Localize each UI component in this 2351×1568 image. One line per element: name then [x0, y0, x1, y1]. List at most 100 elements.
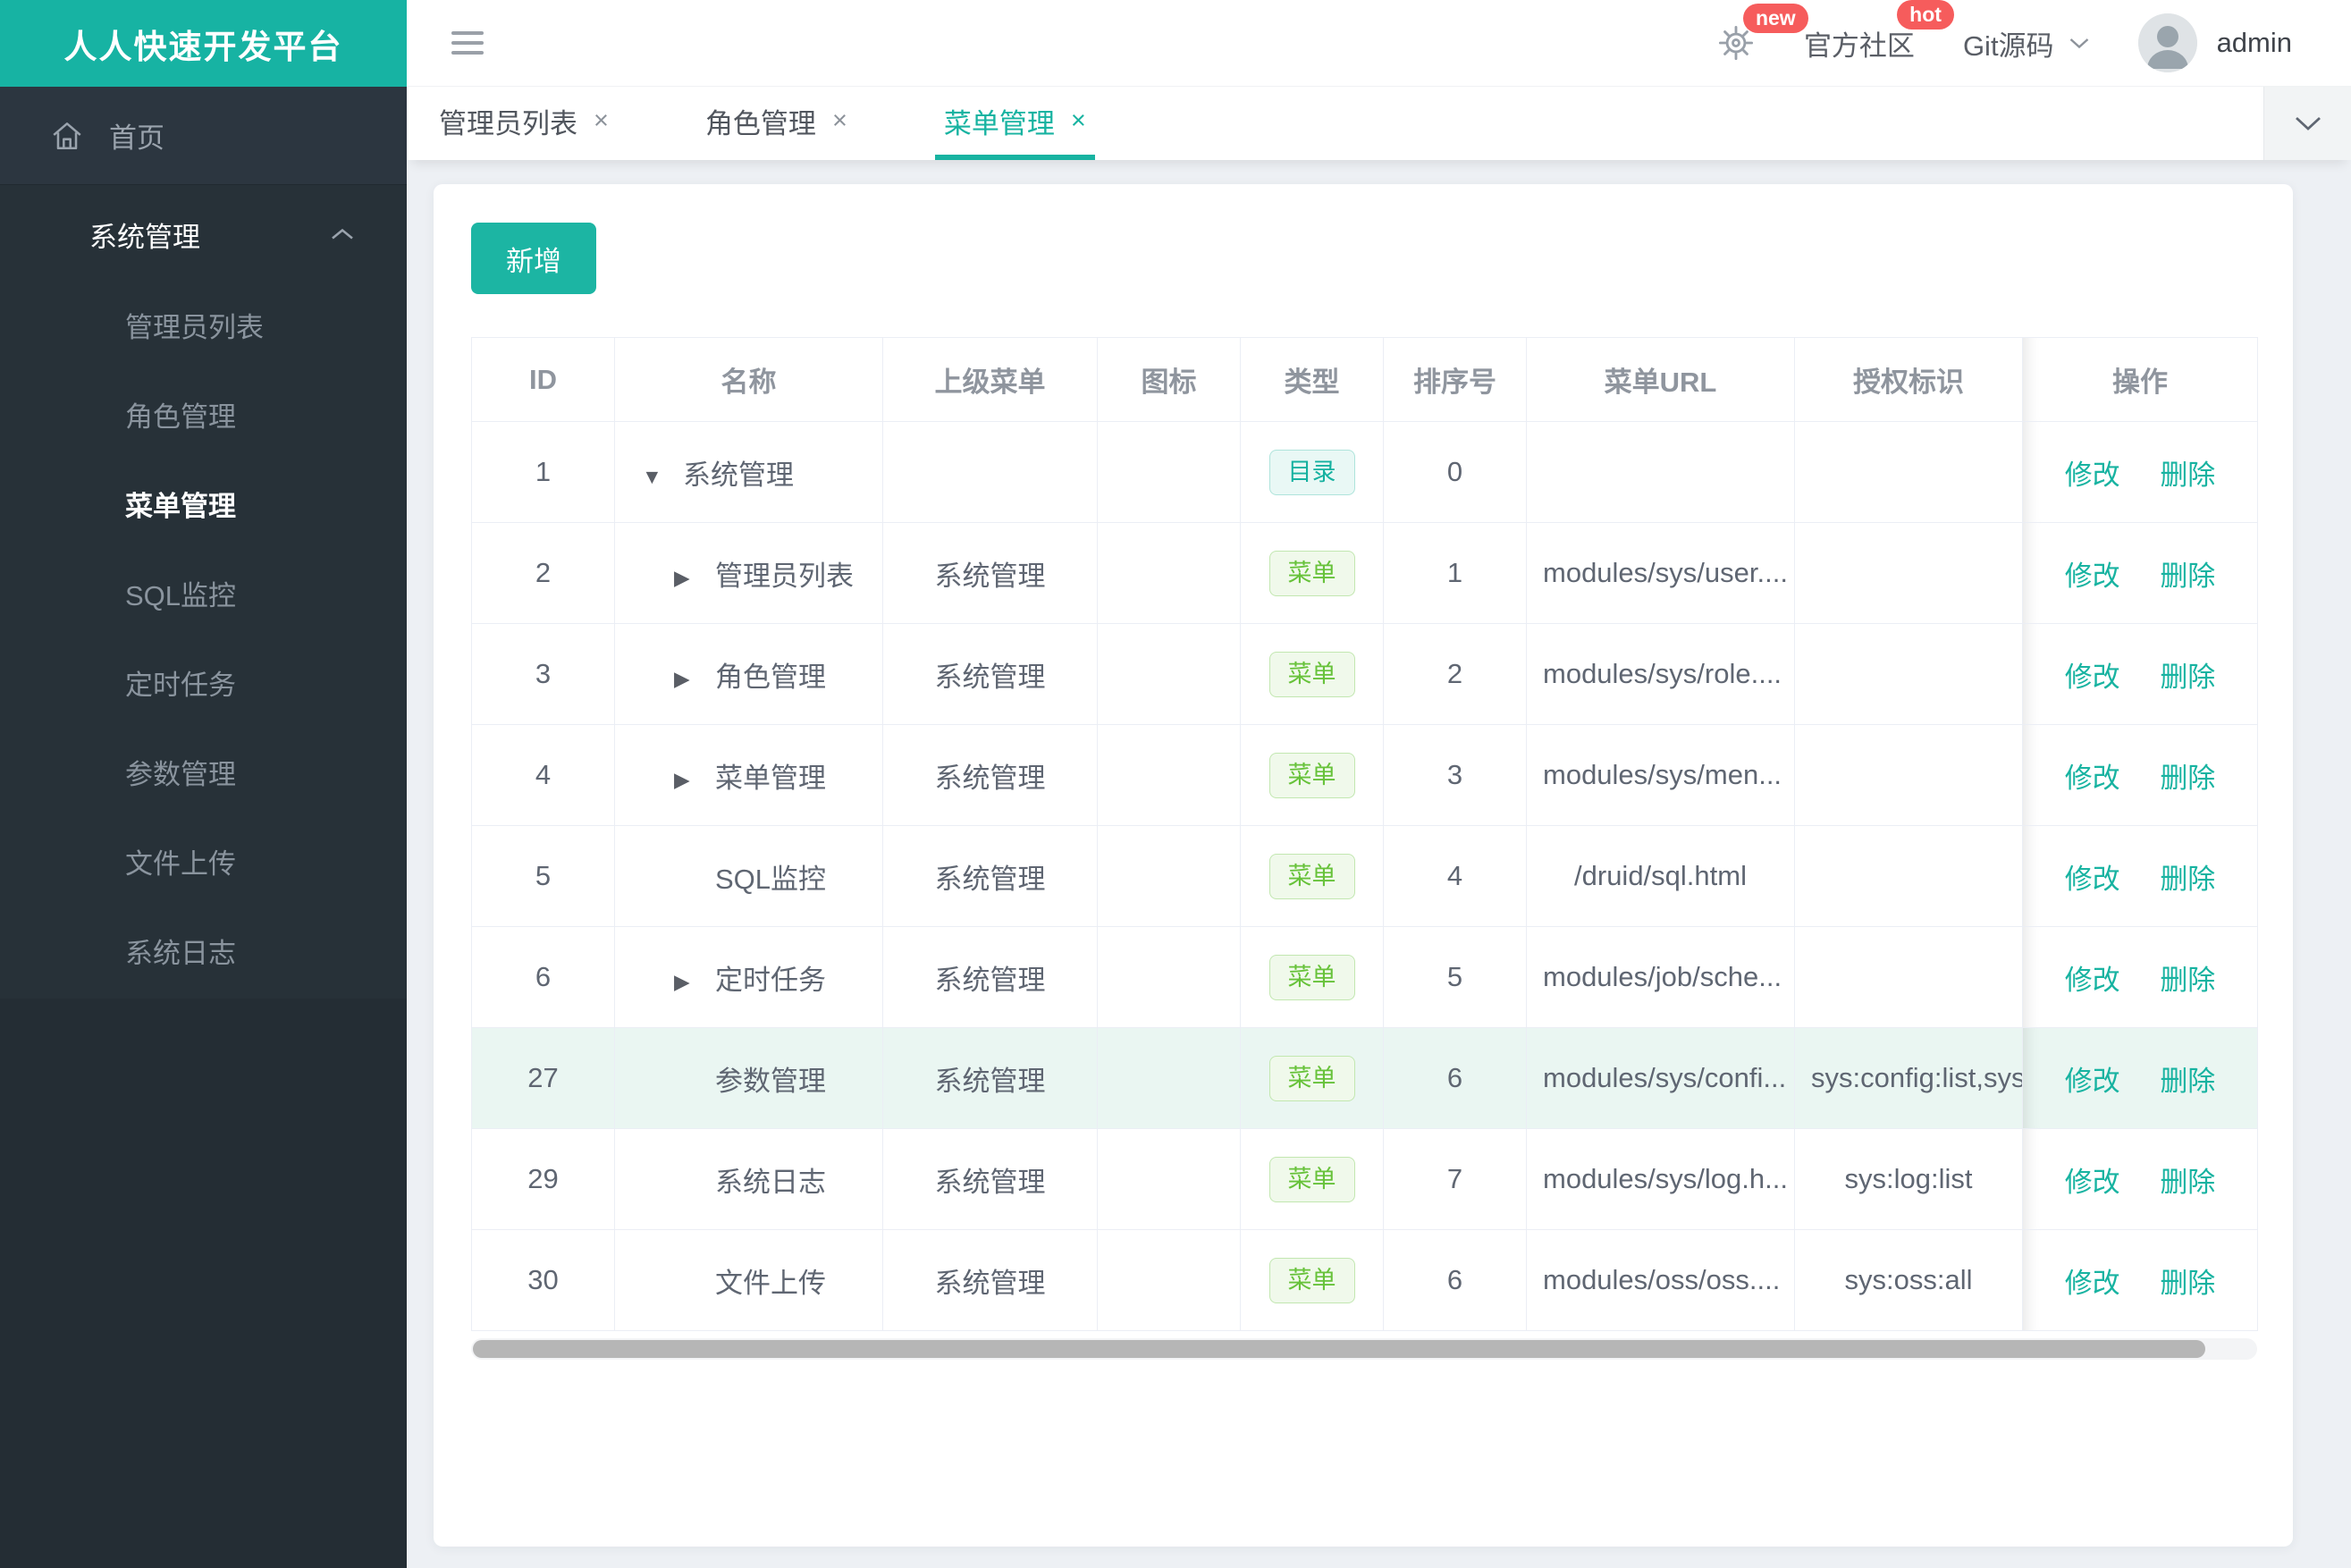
- delete-link[interactable]: 删除: [2160, 1167, 2215, 1198]
- type-badge: 菜单: [1268, 1156, 1355, 1202]
- tree-expand-icon[interactable]: ▶: [674, 667, 715, 691]
- cell-parent-menu: 系统管理: [882, 1128, 1098, 1230]
- tree-expand-icon[interactable]: ▶: [674, 970, 715, 994]
- header-actions: new 官方社区 hot Git源码 admin: [1716, 0, 2292, 72]
- sidebar-submenu: 管理员列表 角色管理 菜单管理 SQL监控 定时任务 参数管理 文件上传 系统日…: [0, 283, 407, 999]
- edit-link[interactable]: 修改: [2065, 1066, 2120, 1097]
- sidebar-item-sql[interactable]: SQL监控: [0, 552, 407, 641]
- cell-order: 5: [1383, 926, 1527, 1028]
- git-source-dropdown[interactable]: Git源码: [1963, 23, 2090, 63]
- cell-order: 0: [1383, 421, 1527, 523]
- cell-ops: 修改 删除: [2022, 1027, 2258, 1129]
- sidebar-item-role[interactable]: 角色管理: [0, 373, 407, 462]
- menu-toggle-button[interactable]: [442, 16, 493, 70]
- sidebar-nav: 首页 系统管理 管理员列表 角色管理 菜单管理 SQL监控 定时任务 参数管理: [0, 87, 407, 999]
- edit-link[interactable]: 修改: [2065, 1167, 2120, 1198]
- tabs-dropdown-button[interactable]: [2263, 87, 2351, 160]
- sidebar-item-config[interactable]: 参数管理: [0, 730, 407, 820]
- delete-link[interactable]: 删除: [2160, 1066, 2215, 1097]
- scrollbar-thumb[interactable]: [473, 1340, 2205, 1358]
- delete-link[interactable]: 删除: [2160, 662, 2215, 693]
- settings-button[interactable]: new: [1716, 4, 1808, 63]
- tree-expand-icon[interactable]: ▶: [674, 768, 715, 792]
- tab-label: 角色管理: [704, 107, 816, 139]
- avatar[interactable]: [2137, 13, 2197, 72]
- column-header-perms: 授权标识: [1794, 337, 2023, 422]
- edit-link[interactable]: 修改: [2065, 561, 2120, 592]
- sidebar-group-header[interactable]: 系统管理: [0, 185, 407, 283]
- community-link[interactable]: 官方社区 hot: [1804, 0, 1954, 63]
- tab-close-icon[interactable]: ×: [594, 106, 609, 136]
- chevron-down-icon: [2293, 114, 2323, 132]
- delete-link[interactable]: 删除: [2160, 763, 2215, 794]
- menu-name: 系统管理: [683, 459, 794, 491]
- cell-type: 菜单: [1240, 724, 1384, 826]
- cell-icon: [1097, 522, 1241, 624]
- user-menu[interactable]: admin: [2137, 13, 2292, 72]
- table-row: 5 SQL监控 系统管理 菜单 4 /druid/sql.html 修改 删除: [471, 825, 2258, 927]
- cell-type: 菜单: [1240, 1229, 1384, 1331]
- cell-parent-menu: 系统管理: [882, 623, 1098, 725]
- cell-id: 30: [471, 1229, 615, 1331]
- top-header: new 官方社区 hot Git源码 admin: [407, 0, 2351, 87]
- table-body: 1 ▼ 系统管理 目录 0 修改 删除 2 ▶ 管理员列表 系统管理 菜单 1 mo…: [471, 421, 2258, 1331]
- sidebar-item-menu[interactable]: 菜单管理: [0, 462, 407, 552]
- tab-close-icon[interactable]: ×: [1071, 106, 1086, 136]
- cell-order: 1: [1383, 522, 1527, 624]
- cell-parent-menu: 系统管理: [882, 1229, 1098, 1331]
- tab-2[interactable]: 角色管理 ×: [696, 87, 856, 160]
- sidebar-item-admin-list[interactable]: 管理员列表: [0, 283, 407, 373]
- app-title: 人人快速开发平台: [63, 28, 343, 65]
- tabs: 管理员列表 × 角色管理 × 菜单管理 ×: [430, 87, 1174, 160]
- edit-link[interactable]: 修改: [2065, 662, 2120, 693]
- tab-close-icon[interactable]: ×: [832, 106, 847, 136]
- sidebar-item-label: 菜单管理: [125, 491, 236, 522]
- edit-link[interactable]: 修改: [2065, 864, 2120, 895]
- add-button[interactable]: 新增: [471, 223, 596, 294]
- tab-label: 管理员列表: [439, 107, 577, 139]
- tab-3[interactable]: 菜单管理 ×: [934, 87, 1095, 160]
- cell-type: 菜单: [1240, 926, 1384, 1028]
- cell-icon: [1097, 1229, 1241, 1331]
- column-header-type: 类型: [1240, 337, 1384, 422]
- cell-menu-url: modules/sys/role....: [1526, 623, 1795, 725]
- sidebar-group-system: 系统管理 管理员列表 角色管理 菜单管理 SQL监控 定时任务 参数管理 文件上…: [0, 185, 407, 999]
- delete-link[interactable]: 删除: [2160, 459, 2215, 491]
- column-header-id: ID: [471, 337, 615, 422]
- edit-link[interactable]: 修改: [2065, 459, 2120, 491]
- tab-1[interactable]: 管理员列表 ×: [430, 87, 618, 160]
- sidebar-item-upload[interactable]: 文件上传: [0, 820, 407, 909]
- column-header-ops: 操作: [2022, 337, 2258, 422]
- cell-icon: [1097, 724, 1241, 826]
- delete-link[interactable]: 删除: [2160, 965, 2215, 996]
- cell-ops: 修改 删除: [2022, 724, 2258, 826]
- edit-link[interactable]: 修改: [2065, 965, 2120, 996]
- table-row: 27 参数管理 系统管理 菜单 6 modules/sys/confi... s…: [471, 1027, 2258, 1129]
- home-icon: [50, 119, 84, 153]
- type-badge: 菜单: [1268, 1055, 1355, 1101]
- menu-name: 文件上传: [715, 1267, 826, 1299]
- delete-link[interactable]: 删除: [2160, 561, 2215, 592]
- edit-link[interactable]: 修改: [2065, 763, 2120, 794]
- cell-ops: 修改 删除: [2022, 421, 2258, 523]
- edit-link[interactable]: 修改: [2065, 1268, 2120, 1299]
- main-area: new 官方社区 hot Git源码 admin 管理员列表 × 角色管理 × …: [407, 0, 2351, 1568]
- sidebar-item-job[interactable]: 定时任务: [0, 641, 407, 730]
- cell-name: ▶ 角色管理: [614, 623, 883, 725]
- cell-icon: [1097, 926, 1241, 1028]
- tree-expand-icon[interactable]: ▼: [642, 465, 683, 489]
- tree-expand-icon[interactable]: ▶: [674, 566, 715, 590]
- new-badge: new: [1742, 4, 1808, 34]
- table-row: 6 ▶ 定时任务 系统管理 菜单 5 modules/job/sche... 修改…: [471, 926, 2258, 1028]
- cell-ops: 修改 删除: [2022, 522, 2258, 624]
- menu-name: 参数管理: [715, 1065, 826, 1097]
- sidebar-item-home[interactable]: 首页: [0, 87, 407, 185]
- cell-ops: 修改 删除: [2022, 1229, 2258, 1331]
- cell-id: 5: [471, 825, 615, 927]
- delete-link[interactable]: 删除: [2160, 864, 2215, 895]
- cell-icon: [1097, 825, 1241, 927]
- delete-link[interactable]: 删除: [2160, 1268, 2215, 1299]
- cell-type: 菜单: [1240, 522, 1384, 624]
- sidebar-item-log[interactable]: 系统日志: [0, 909, 407, 999]
- cell-name: ▶ 管理员列表: [614, 522, 883, 624]
